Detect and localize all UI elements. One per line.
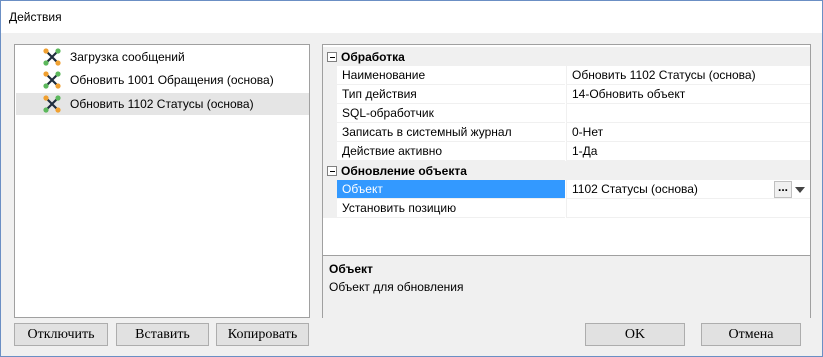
cancel-button[interactable]: Отмена [701, 323, 801, 346]
property-grid: Обработка Наименование Обновить 1102 Ста… [322, 44, 811, 318]
category-object-update[interactable]: Обновление объекта [323, 161, 810, 180]
property-row-sql-handler[interactable]: SQL-обработчик [323, 104, 810, 123]
action-tree-icon [43, 71, 61, 89]
description-title: Объект [329, 262, 373, 276]
category-label: Обновление объекта [341, 164, 467, 178]
property-row-name[interactable]: Наименование Обновить 1102 Статусы (осно… [323, 66, 810, 85]
property-row-action-active[interactable]: Действие активно 1-Да [323, 142, 810, 161]
property-row-set-position[interactable]: Установить позицию [323, 199, 810, 218]
tree-item-update-1001[interactable]: Обновить 1001 Обращения (основа) [16, 69, 309, 91]
property-name: SQL-обработчик [337, 104, 565, 123]
property-description-panel: Объект Объект для обновления [323, 255, 810, 318]
property-row-object[interactable]: Объект 1102 Статусы (основа) ... [323, 180, 810, 199]
action-tree-icon [43, 95, 61, 113]
actions-dialog: Действия Загрузка сообщений Обновить 100… [0, 0, 823, 357]
category-label: Обработка [341, 50, 405, 64]
property-name: Тип действия [337, 85, 565, 104]
actions-tree[interactable]: Загрузка сообщений Обновить 1001 Обращен… [14, 44, 310, 318]
description-text: Объект для обновления [329, 280, 464, 294]
property-name: Объект [337, 180, 565, 199]
disable-button[interactable]: Отключить [14, 323, 108, 346]
dropdown-arrow-icon[interactable] [795, 187, 805, 193]
property-grid-rows: Обработка Наименование Обновить 1102 Ста… [323, 45, 810, 255]
dialog-client-area: Загрузка сообщений Обновить 1001 Обращен… [1, 33, 822, 356]
ellipsis-button[interactable]: ... [774, 181, 792, 198]
paste-button[interactable]: Вставить [116, 323, 209, 346]
collapse-icon[interactable] [327, 52, 337, 62]
tree-item-load-messages[interactable]: Загрузка сообщений [16, 46, 309, 68]
window-title: Действия [9, 10, 62, 24]
property-name: Наименование [337, 66, 565, 85]
property-name: Действие активно [337, 142, 565, 161]
property-name: Записать в системный журнал [337, 123, 565, 142]
tree-item-label: Загрузка сообщений [70, 50, 185, 64]
property-value[interactable]: Обновить 1102 Статусы (основа) [566, 66, 810, 85]
collapse-icon[interactable] [327, 166, 337, 176]
ok-button[interactable]: OK [585, 323, 685, 346]
tree-item-label: Обновить 1102 Статусы (основа) [70, 97, 254, 111]
property-row-action-type[interactable]: Тип действия 14-Обновить объект [323, 85, 810, 104]
tree-item-label: Обновить 1001 Обращения (основа) [70, 73, 274, 87]
property-row-system-log[interactable]: Записать в системный журнал 0-Нет [323, 123, 810, 142]
property-value[interactable]: 14-Обновить объект [566, 85, 810, 104]
property-value[interactable] [566, 199, 810, 218]
action-tree-icon [43, 48, 61, 66]
property-value[interactable]: 0-Нет [566, 123, 810, 142]
category-processing[interactable]: Обработка [323, 47, 810, 66]
copy-button[interactable]: Копировать [216, 323, 309, 346]
tree-item-update-1102[interactable]: Обновить 1102 Статусы (основа) [16, 93, 309, 115]
property-value[interactable] [566, 104, 810, 123]
property-name: Установить позицию [337, 199, 565, 218]
property-value[interactable]: 1-Да [566, 142, 810, 161]
title-bar[interactable]: Действия [1, 1, 822, 33]
